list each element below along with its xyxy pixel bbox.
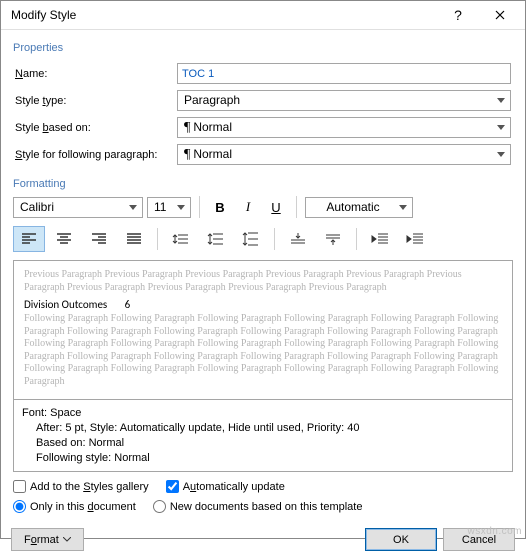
template-radio[interactable] <box>153 500 166 513</box>
separator <box>157 228 158 250</box>
spacing-15-icon <box>207 232 225 246</box>
preview-following-text: Following Paragraph Following Paragraph … <box>24 313 502 388</box>
close-button[interactable] <box>479 1 521 29</box>
chevron-down-icon <box>63 537 71 542</box>
font-size-select[interactable]: 11 <box>147 197 191 218</box>
following-label: Style for following paragraph: <box>15 149 157 161</box>
separator <box>199 196 200 218</box>
align-justify-button[interactable] <box>118 226 150 252</box>
based-on-value: ¶Normal <box>177 117 511 138</box>
properties-group-label: Properties <box>13 42 513 54</box>
doc-only-radio[interactable] <box>13 500 26 513</box>
line-spacing-1-button[interactable] <box>165 226 197 252</box>
preview-previous-text: Previous Paragraph Previous Paragraph Pr… <box>24 269 502 294</box>
separator <box>296 196 297 218</box>
based-on-select[interactable]: ¶Normal <box>177 117 511 138</box>
format-button[interactable]: Format <box>11 528 84 551</box>
properties-table: Name: Style type: Paragraph Style based … <box>13 60 513 168</box>
align-center-button[interactable] <box>48 226 80 252</box>
font-color-value: Automatic <box>305 197 413 218</box>
add-gallery-checkbox[interactable] <box>13 480 26 493</box>
preview-pane: Previous Paragraph Previous Paragraph Pr… <box>13 260 513 400</box>
checkbox-row: Add to the Styles gallery Automatically … <box>13 472 513 500</box>
separator <box>356 228 357 250</box>
watermark: wsxdn.com <box>467 526 522 537</box>
formatting-group-label: Formatting <box>13 178 513 190</box>
align-left-icon <box>21 232 37 246</box>
style-type-select[interactable]: Paragraph <box>177 90 511 111</box>
preview-sample: Division Outcomes 6 <box>24 298 502 311</box>
following-value: ¶Normal <box>177 144 511 165</box>
separator <box>274 228 275 250</box>
based-on-label: Style based on: <box>15 122 91 134</box>
align-right-button[interactable] <box>83 226 115 252</box>
doc-only-label[interactable]: Only in this document <box>13 500 136 513</box>
desc-line-1: Font: Space <box>22 406 504 421</box>
font-select[interactable]: Calibri <box>13 197 143 218</box>
space-before-icon <box>289 232 307 246</box>
style-type-value: Paragraph <box>177 90 511 111</box>
add-gallery-label[interactable]: Add to the Styles gallery <box>13 480 149 493</box>
space-after-button[interactable] <box>317 226 349 252</box>
close-icon <box>495 10 505 20</box>
modify-style-dialog: Modify Style ? Properties Name: Style ty… <box>0 0 526 539</box>
preview-sample-label: Division Outcomes <box>24 298 107 311</box>
dialog-content: Properties Name: Style type: Paragraph S… <box>1 30 525 522</box>
dialog-title: Modify Style <box>11 8 437 22</box>
name-input[interactable] <box>177 63 511 84</box>
titlebar: Modify Style ? <box>1 1 525 30</box>
outdent-icon <box>371 232 389 246</box>
dialog-footer: Format OK Cancel <box>1 522 525 559</box>
line-spacing-1.5-button[interactable] <box>200 226 232 252</box>
increase-indent-button[interactable] <box>399 226 431 252</box>
indent-icon <box>406 232 424 246</box>
auto-update-checkbox[interactable] <box>166 480 179 493</box>
bold-button[interactable]: B <box>208 196 232 218</box>
help-button[interactable]: ? <box>437 1 479 29</box>
formatting-toolbar: Calibri 11 B I U Automatic <box>13 196 513 218</box>
font-color-select[interactable]: Automatic <box>305 197 413 218</box>
spacing-2-icon <box>242 232 260 246</box>
preview-sample-value: 6 <box>125 298 131 311</box>
line-spacing-2-button[interactable] <box>235 226 267 252</box>
font-value: Calibri <box>13 197 143 218</box>
auto-update-label[interactable]: Automatically update <box>166 480 285 493</box>
italic-button[interactable]: I <box>236 196 260 218</box>
template-label[interactable]: New documents based on this template <box>153 500 363 513</box>
spacing-1-icon <box>172 232 190 246</box>
align-center-icon <box>56 232 72 246</box>
desc-line-2: After: 5 pt, Style: Automatically update… <box>22 421 504 436</box>
space-after-icon <box>324 232 342 246</box>
radio-row: Only in this document New documents base… <box>13 500 513 516</box>
name-label: Name: <box>15 68 47 80</box>
align-justify-icon <box>126 232 142 246</box>
style-type-label: Style type: <box>15 95 66 107</box>
ok-button[interactable]: OK <box>365 528 437 551</box>
following-select[interactable]: ¶Normal <box>177 144 511 165</box>
desc-line-4: Following style: Normal <box>22 451 504 466</box>
paragraph-toolbar <box>13 226 513 252</box>
underline-button[interactable]: U <box>264 196 288 218</box>
style-description: Font: Space After: 5 pt, Style: Automati… <box>13 400 513 472</box>
space-before-button[interactable] <box>282 226 314 252</box>
align-left-button[interactable] <box>13 226 45 252</box>
align-right-icon <box>91 232 107 246</box>
decrease-indent-button[interactable] <box>364 226 396 252</box>
font-size-value: 11 <box>147 197 191 218</box>
desc-line-3: Based on: Normal <box>22 436 504 451</box>
